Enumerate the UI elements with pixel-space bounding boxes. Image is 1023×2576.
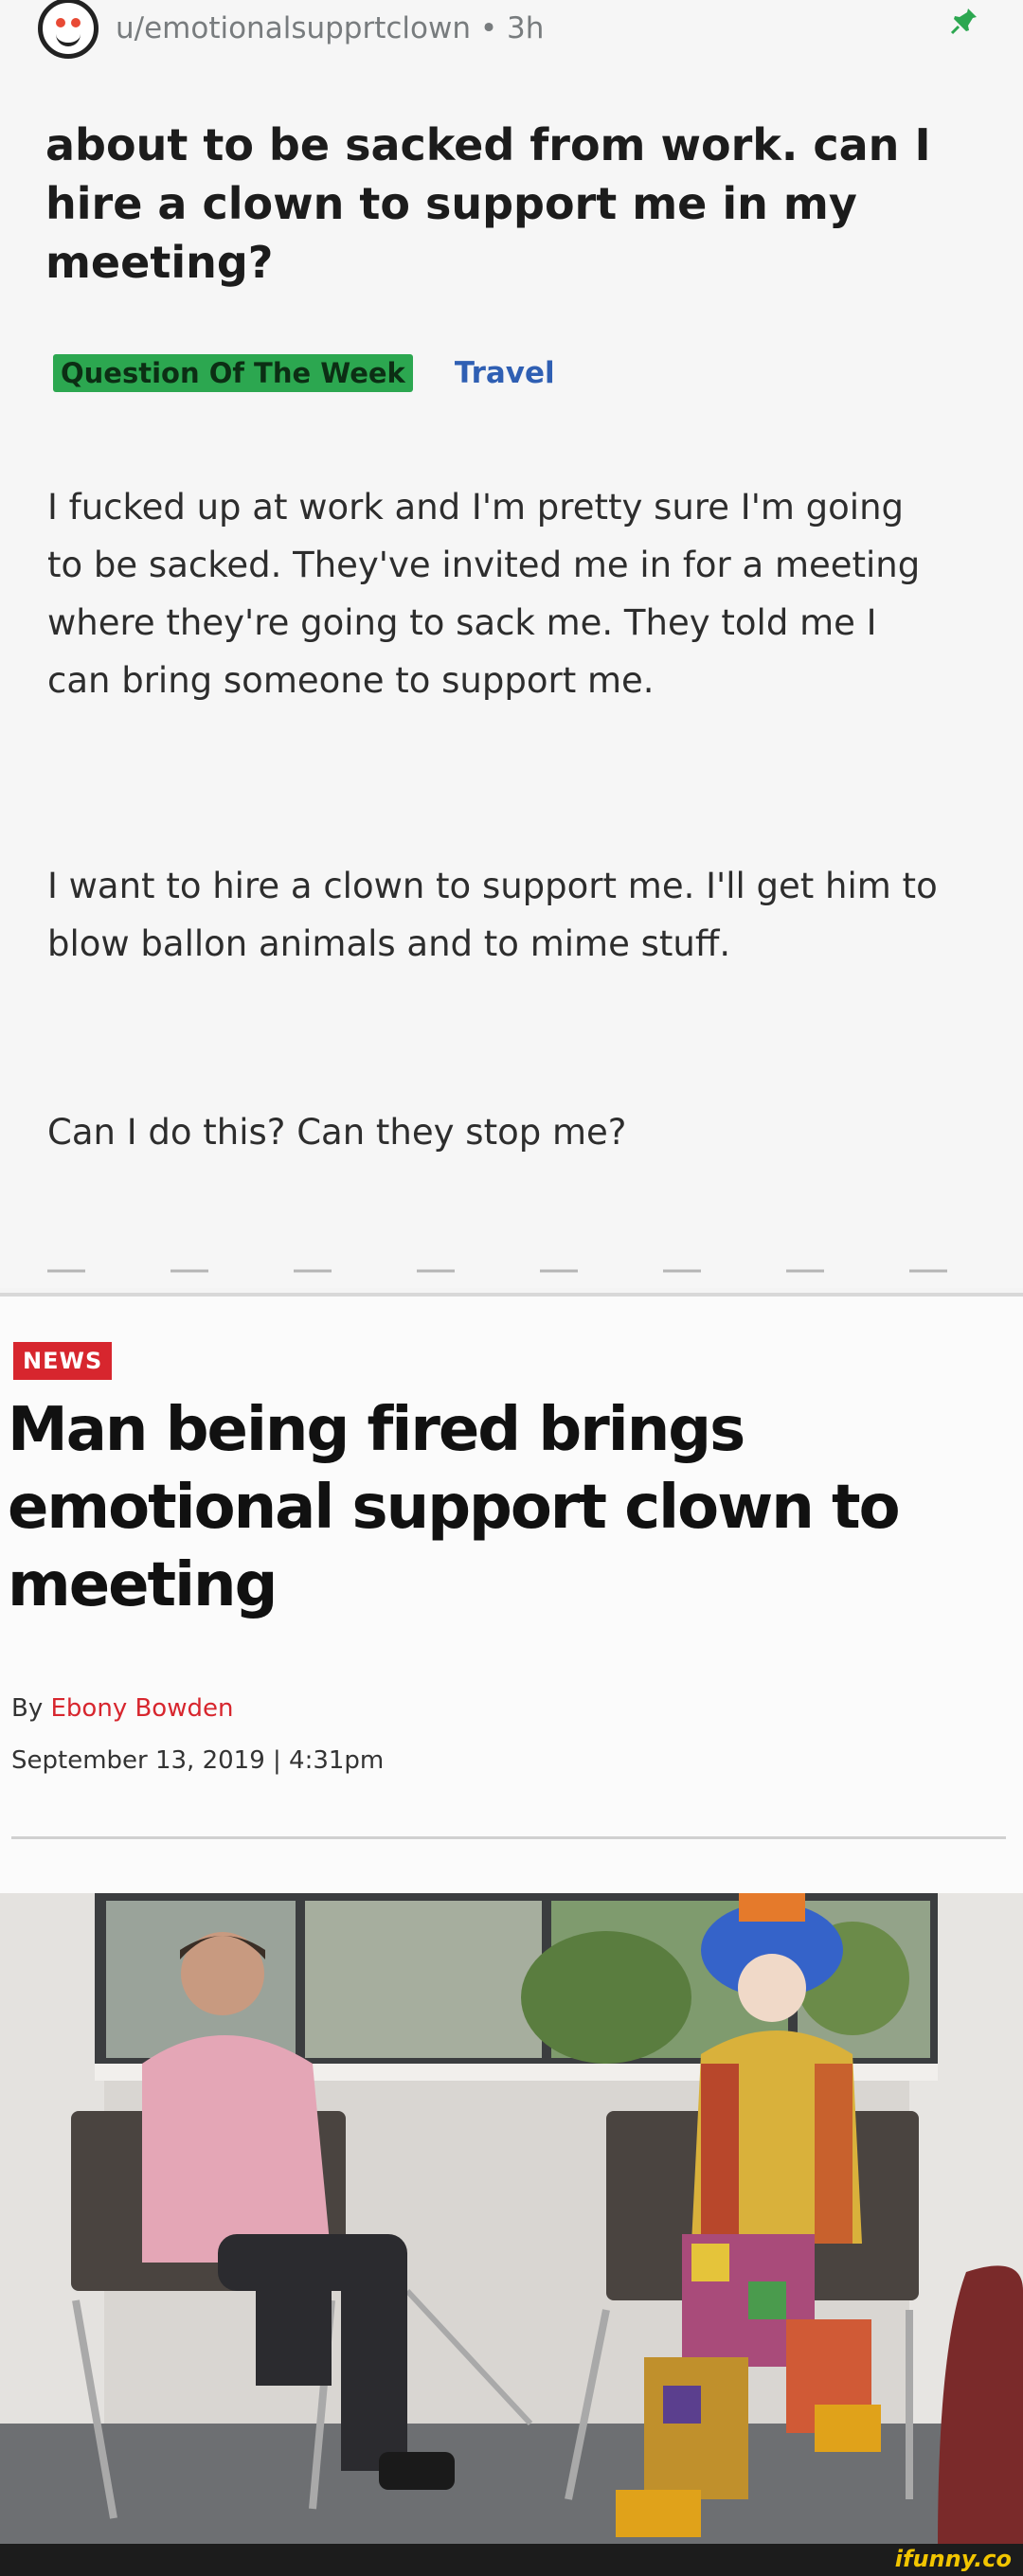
post-time: 3h xyxy=(507,11,545,45)
article-date: September 13, 2019 | 4:31pm xyxy=(11,1746,385,1775)
reddit-post: u/emotionalsupprtclown • 3h about to be … xyxy=(0,0,1023,1288)
post-paragraph: Can I do this? Can they stop me? xyxy=(47,1112,627,1153)
cropped-line-divider xyxy=(47,1269,976,1273)
avatar-mouth xyxy=(56,29,81,46)
article-headline[interactable]: Man being fired brings emotional support… xyxy=(8,1391,1012,1624)
user-avatar-icon[interactable] xyxy=(38,0,99,59)
avatar-eye-left xyxy=(56,18,65,27)
avatar-eye-right xyxy=(71,18,81,27)
article-divider xyxy=(11,1836,1006,1839)
watermark-bar: ifunny.co xyxy=(0,2544,1023,2576)
pin-icon[interactable] xyxy=(949,6,979,36)
username-link[interactable]: u/emotionalsupprtclown xyxy=(116,11,471,45)
author-link[interactable]: Ebony Bowden xyxy=(51,1694,234,1723)
post-paragraph: I fucked up at work and I'm pretty sure … xyxy=(47,487,921,701)
office-scene-image xyxy=(0,1893,1023,2547)
post-title[interactable]: about to be sacked from work. can I hire… xyxy=(45,116,955,292)
post-paragraph: I want to hire a clown to support me. I'… xyxy=(47,866,938,964)
watermark-logo: ifunny.co xyxy=(894,2546,1012,2572)
byline-prefix: By xyxy=(11,1694,44,1723)
flair-travel[interactable]: Travel xyxy=(455,356,555,390)
post-meta: u/emotionalsupprtclown • 3h xyxy=(116,11,544,45)
news-article: NEWS Man being fired brings emotional su… xyxy=(0,1297,1023,2576)
article-byline: By Ebony Bowden xyxy=(11,1694,233,1723)
meta-separator: • xyxy=(479,11,498,45)
article-photo[interactable] xyxy=(0,1893,1023,2547)
post-header: u/emotionalsupprtclown • 3h xyxy=(38,0,544,66)
news-badge[interactable]: NEWS xyxy=(13,1342,113,1380)
flair-question-of-the-week[interactable]: Question Of The Week xyxy=(53,354,413,392)
flair-row: Question Of The Week Travel xyxy=(53,354,555,392)
